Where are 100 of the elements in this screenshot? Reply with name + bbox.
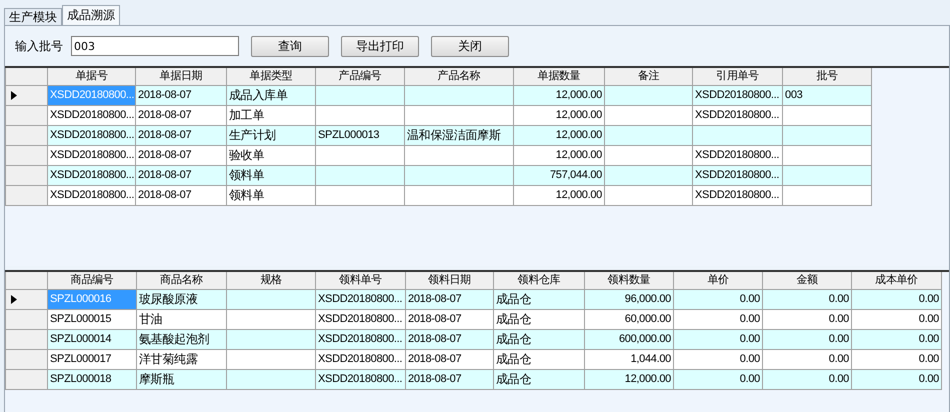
table-cell: XSDD20180800... xyxy=(48,165,136,185)
table-cell: XSDD20180800... xyxy=(316,329,406,349)
table-cell: SPZL000017 xyxy=(48,349,136,369)
table-cell: 0.00 xyxy=(762,369,852,389)
table-cell: XSDD20180800... xyxy=(692,145,782,165)
table-cell: XSDD20180800... xyxy=(48,85,136,105)
table-cell: 2018-08-07 xyxy=(406,289,494,309)
table-cell: 2018-08-07 xyxy=(136,105,226,125)
table-cell: 12,000.00 xyxy=(514,105,604,125)
table-cell: 12,000.00 xyxy=(514,85,604,105)
column-header[interactable]: 金额 xyxy=(762,272,852,289)
table-cell: XSDD20180800... xyxy=(48,145,136,165)
table-cell: 成品仓 xyxy=(494,349,584,369)
table-cell: 0.00 xyxy=(762,309,852,329)
column-header[interactable]: 领料日期 xyxy=(406,272,494,289)
column-header[interactable]: 单据数量 xyxy=(514,68,604,85)
table-cell: XSDD20180800... xyxy=(316,349,406,369)
table-cell: 600,000.00 xyxy=(584,329,674,349)
table-cell: 0.00 xyxy=(674,329,762,349)
table-cell: 验收单 xyxy=(226,145,316,165)
column-header[interactable]: 商品编号 xyxy=(48,272,136,289)
table-cell: 12,000.00 xyxy=(514,185,604,205)
table-cell: 成品入库单 xyxy=(226,85,316,105)
table-cell: 甘油 xyxy=(136,309,226,329)
table-cell: 2018-08-07 xyxy=(136,85,226,105)
table-cell: 2018-08-07 xyxy=(136,125,226,145)
table-cell: 加工单 xyxy=(226,105,316,125)
table-cell: 0.00 xyxy=(674,369,762,389)
row-header[interactable] xyxy=(6,289,48,309)
table-cell: 2018-08-07 xyxy=(136,145,226,165)
table-cell: XSDD20180800... xyxy=(316,309,406,329)
table-cell: SPZL000015 xyxy=(48,309,136,329)
tab[interactable]: 成品溯源 xyxy=(62,5,120,25)
field-label: 输入批号 xyxy=(15,38,63,55)
row-header[interactable] xyxy=(6,85,48,105)
table-cell: 成品仓 xyxy=(494,289,584,309)
table-cell: 1,044.00 xyxy=(584,349,674,369)
column-header[interactable]: 产品名称 xyxy=(404,68,514,85)
table-cell: 0.00 xyxy=(762,329,852,349)
column-header[interactable]: 产品编号 xyxy=(316,68,404,85)
table-cell: SPZL000016 xyxy=(48,289,136,309)
table-cell: 0.00 xyxy=(852,349,942,369)
toolbar-button[interactable]: 导出打印 xyxy=(341,36,419,56)
column-header[interactable]: 单据日期 xyxy=(136,68,226,85)
table-cell: XSDD20180800... xyxy=(692,85,782,105)
table-cell: XSDD20180800... xyxy=(692,165,782,185)
column-header[interactable]: 引用单号 xyxy=(692,68,782,85)
column-header[interactable]: 单价 xyxy=(674,272,762,289)
column-header[interactable]: 成本单价 xyxy=(852,272,942,289)
table-cell: 2018-08-07 xyxy=(136,185,226,205)
column-header[interactable]: 商品名称 xyxy=(136,272,226,289)
table-cell: 洋甘菊纯露 xyxy=(136,349,226,369)
column-header[interactable]: 批号 xyxy=(782,68,872,85)
table-cell: 摩斯瓶 xyxy=(136,369,226,389)
table-cell: 003 xyxy=(782,85,872,105)
toolbar-button[interactable]: 查询 xyxy=(251,36,329,56)
table-cell: XSDD20180800... xyxy=(316,369,406,389)
table-cell: 12,000.00 xyxy=(514,145,604,165)
column-header[interactable]: 单据号 xyxy=(48,68,136,85)
table-cell: 2018-08-07 xyxy=(136,165,226,185)
column-header[interactable]: 规格 xyxy=(226,272,316,289)
table-cell: 0.00 xyxy=(852,369,942,389)
table-cell: 2018-08-07 xyxy=(406,369,494,389)
table-cell: 0.00 xyxy=(674,289,762,309)
column-header[interactable]: 领料单号 xyxy=(316,272,406,289)
table-cell: SPZL000014 xyxy=(48,329,136,349)
table-cell: 玻尿酸原液 xyxy=(136,289,226,309)
table-cell: 0.00 xyxy=(674,309,762,329)
table-cell: 12,000.00 xyxy=(514,125,604,145)
table-cell: SPZL000013 xyxy=(316,125,404,145)
table-cell: 温和保湿洁面摩斯 xyxy=(404,125,514,145)
tab[interactable]: 生产模块 xyxy=(4,8,62,25)
table-cell: 0.00 xyxy=(762,349,852,369)
table-cell: 2018-08-07 xyxy=(406,309,494,329)
table-cell: 96,000.00 xyxy=(584,289,674,309)
current-row-icon xyxy=(11,90,17,100)
current-row-icon xyxy=(11,294,17,304)
table-cell: SPZL000018 xyxy=(48,369,136,389)
table-cell: 氨基酸起泡剂 xyxy=(136,329,226,349)
table-cell: XSDD20180800... xyxy=(48,125,136,145)
column-header[interactable]: 备注 xyxy=(604,68,692,85)
table-cell: 2018-08-07 xyxy=(406,349,494,369)
table-cell: XSDD20180800... xyxy=(48,185,136,205)
table-cell: 0.00 xyxy=(762,289,852,309)
table-cell: 0.00 xyxy=(852,329,942,349)
column-header[interactable]: 领料仓库 xyxy=(494,272,584,289)
table-cell: XSDD20180800... xyxy=(48,105,136,125)
table-cell: 成品仓 xyxy=(494,309,584,329)
table-cell: 成品仓 xyxy=(494,369,584,389)
table-cell: 12,000.00 xyxy=(584,369,674,389)
toolbar-button[interactable]: 关闭 xyxy=(431,36,509,56)
table-cell: 领料单 xyxy=(226,165,316,185)
batch-input-field[interactable]: 003 xyxy=(71,36,239,56)
table-cell: 生产计划 xyxy=(226,125,316,145)
column-header[interactable]: 领料数量 xyxy=(584,272,674,289)
table-cell: 0.00 xyxy=(852,309,942,329)
column-header[interactable]: 单据类型 xyxy=(226,68,316,85)
table-cell: 757,044.00 xyxy=(514,165,604,185)
table-cell: 2018-08-07 xyxy=(406,329,494,349)
table-cell: 0.00 xyxy=(852,289,942,309)
